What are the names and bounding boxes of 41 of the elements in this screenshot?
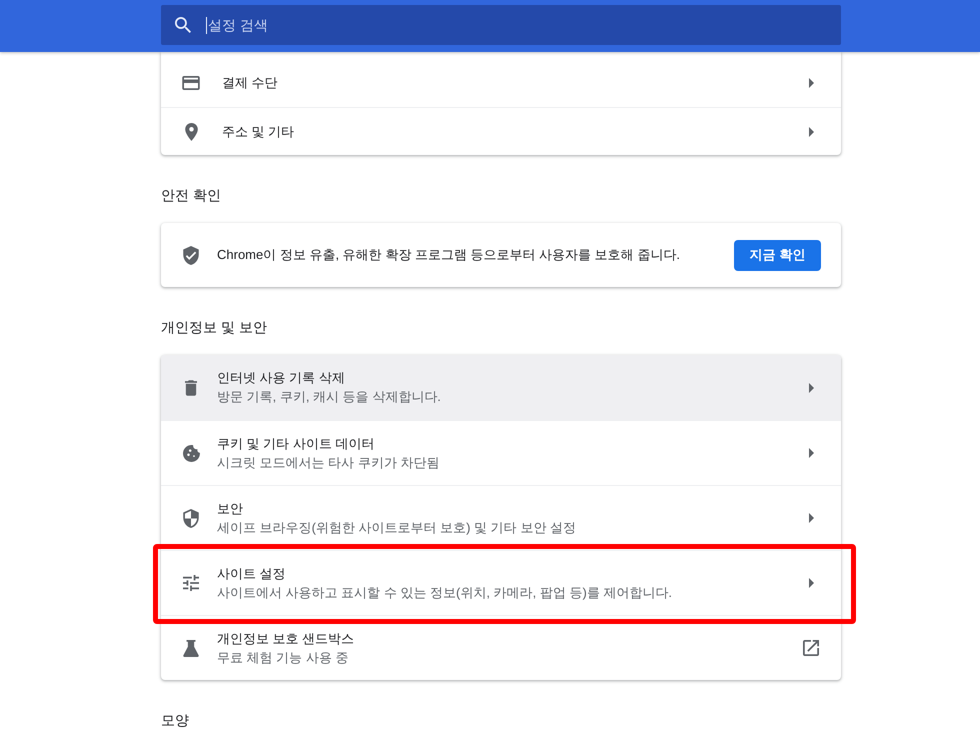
caret-right-icon: [808, 448, 814, 458]
row-title: 쿠키 및 기타 사이트 데이터: [217, 434, 376, 452]
settings-row[interactable]: 개인정보 보호 샌드박스 무료 체험 기능 사용 중: [161, 615, 841, 680]
caret-right-icon: [808, 382, 814, 392]
settings-row[interactable]: 주소 및 기타: [161, 107, 841, 155]
safety-description: Chrome이 정보 유출, 유해한 확장 프로그램 등으로부터 사용자를 보호해 줍니다.: [217, 246, 681, 264]
caret-right-icon: [808, 78, 814, 88]
settings-row[interactable]: 사이트 설정 사이트에서 사용하고 표시할 수 있는 정보(위치, 카메라, 팝업 등)를 제어합니다.: [161, 550, 841, 615]
settings-row[interactable]: 쿠키 및 기타 사이트 데이터 시크릿 모드에서는 타사 쿠키가 차단됨: [161, 420, 841, 485]
row-description: 방문 기록, 쿠키, 캐시 등을 삭제합니다.: [217, 388, 442, 406]
row-title: 인터넷 사용 기록 삭제: [217, 369, 346, 387]
shield-icon: [183, 508, 199, 528]
row-description: 시크릿 모드에서는 타사 쿠키가 차단됨: [217, 454, 440, 472]
search-icon: [175, 17, 191, 33]
row-description: 무료 체험 기능 사용 중: [217, 648, 350, 666]
cookie-icon: [182, 444, 200, 462]
settings-row[interactable]: 인터넷 사용 기록 삭제 방문 기록, 쿠키, 캐시 등을 삭제합니다.: [161, 355, 841, 420]
section-heading: 안전 확인: [161, 186, 222, 205]
row-title: 결제 수단: [222, 74, 279, 92]
row-title: 보안: [217, 500, 244, 518]
section-heading: 모양: [161, 711, 190, 730]
external-link-icon: [803, 640, 819, 656]
sliders-icon: [183, 575, 199, 591]
row-title: 개인정보 보호 샌드박스: [217, 630, 356, 648]
row-title: 주소 및 기타: [222, 122, 296, 140]
settings-row[interactable]: 보안 세이프 브라우징(위험한 사이트로부터 보호) 및 기타 보안 설정: [161, 485, 841, 550]
row-description: 세이프 브라우징(위험한 사이트로부터 보호) 및 기타 보안 설정: [217, 518, 577, 536]
row-description: 사이트에서 사용하고 표시할 수 있는 정보(위치, 카메라, 팝업 등)를 제어합니다.: [217, 584, 673, 602]
check-now-button[interactable]: 지금 확인: [734, 240, 821, 270]
caret-right-icon: [808, 513, 814, 523]
caret-right-icon: [808, 126, 814, 136]
caret-right-icon: [808, 578, 814, 588]
search-field[interactable]: 설정 검색: [161, 5, 841, 45]
settings-row[interactable]: 결제 수단: [161, 59, 841, 107]
trash-icon: [185, 380, 197, 396]
shield-check-icon: [183, 246, 199, 264]
flask-icon: [183, 640, 199, 656]
section-heading: 개인정보 및 보안: [161, 318, 268, 337]
location-pin-icon: [184, 122, 198, 140]
row-title: 사이트 설정: [217, 564, 287, 582]
credit-card-icon: [182, 76, 200, 90]
